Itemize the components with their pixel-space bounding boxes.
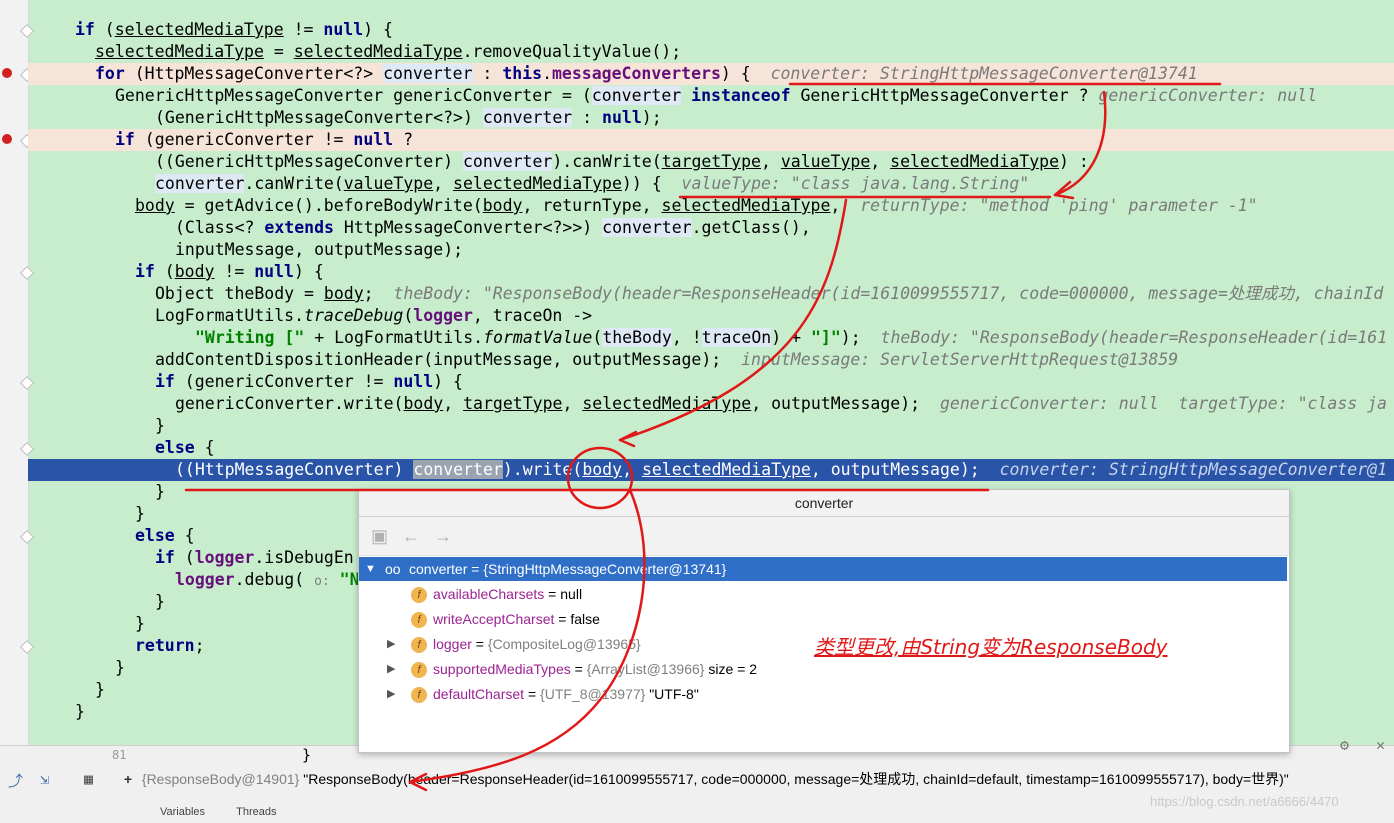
collapse-triangle-icon[interactable]: ▼	[365, 557, 377, 581]
code-line: (GenericHttpMessageConverter<?>) convert…	[155, 108, 662, 127]
variable-inspector-popup[interactable]: converter ▣ ← → ▼ oo converter = {String…	[358, 489, 1290, 753]
field-icon: f	[411, 587, 427, 604]
field-icon: f	[411, 612, 427, 629]
expand-plus-icon[interactable]: +	[118, 766, 138, 792]
breakpoint-line: if (genericConverter != null ?	[28, 129, 1394, 151]
inspect-icon[interactable]: ▣	[371, 526, 388, 547]
code-line: GenericHttpMessageConverter genericConve…	[115, 86, 1318, 105]
table-view-icon[interactable]: ▦	[84, 770, 93, 788]
line-number: 81	[112, 748, 127, 762]
code-brace: }	[302, 746, 312, 764]
editor-gutter[interactable]	[0, 0, 35, 822]
field-icon: f	[411, 687, 427, 704]
code-line: if (selectedMediaType != null) {	[75, 20, 393, 39]
tree-field-row[interactable]: ▶ f defaultCharset = {UTF_8@13977} "UTF-8…	[359, 682, 1287, 706]
step-into-icon[interactable]: ⇲	[40, 770, 49, 788]
code-line: (Class<? extends HttpMessageConverter<?>…	[175, 218, 811, 237]
field-icon: f	[411, 637, 427, 654]
evaluated-value-row[interactable]: + {ResponseBody@14901} "ResponseBody(hea…	[118, 766, 1366, 792]
tab-threads[interactable]: Threads	[236, 806, 276, 818]
code-line: if (genericConverter != null) {	[155, 372, 463, 391]
tree-field-row[interactable]: f availableCharsets = null	[359, 582, 1287, 606]
breakpoint-icon[interactable]	[2, 134, 12, 144]
current-execution-line: ((HttpMessageConverter) converter).write…	[28, 459, 1394, 481]
code-line: if (body != null) {	[135, 262, 324, 281]
breakpoint-icon[interactable]	[2, 68, 12, 78]
tree-field-row[interactable]: f writeAcceptCharset = false	[359, 607, 1287, 631]
breakpoint-line: for (HttpMessageConverter<?> converter :…	[28, 63, 1394, 85]
back-arrow-icon[interactable]: ←	[402, 526, 420, 547]
code-line: converter.canWrite(valueType, selectedMe…	[155, 174, 1030, 193]
debug-tabs: Variables Threads	[160, 806, 276, 818]
restore-layout-icon[interactable]: ⤴	[8, 770, 23, 791]
field-icon: f	[411, 662, 427, 679]
code-line: "Writing [" + LogFormatUtils.formatValue…	[195, 328, 1388, 347]
code-line: genericConverter.write(body, targetType,…	[175, 394, 1387, 413]
code-line: ((GenericHttpMessageConverter) converter…	[155, 152, 1089, 171]
code-line: }	[155, 416, 165, 435]
tree-field-row[interactable]: ▶ f supportedMediaTypes = {ArrayList@1396…	[359, 657, 1287, 681]
expand-triangle-icon[interactable]: ▶	[387, 657, 399, 681]
forward-arrow-icon[interactable]: →	[434, 526, 452, 547]
tab-variables[interactable]: Variables	[160, 806, 205, 818]
value-reference: {ResponseBody@14901}	[141, 771, 300, 787]
watch-glasses-icon: oo	[385, 561, 401, 577]
code-line: Object theBody = body; theBody: "Respons…	[155, 284, 1384, 303]
popup-title: converter	[359, 490, 1289, 517]
code-line: LogFormatUtils.traceDebug(logger, traceO…	[155, 306, 593, 325]
settings-gear-icon[interactable]: ⚙	[1340, 736, 1349, 754]
value-string: "ResponseBody(header=ResponseHeader(id=1…	[299, 771, 1289, 787]
code-line: inputMessage, outputMessage);	[175, 240, 464, 259]
popup-toolbar: ▣ ← →	[359, 517, 1289, 556]
handwritten-annotation: 类型更改,由String变为ResponseBody	[814, 635, 1168, 659]
root-name: converter	[409, 561, 468, 577]
expand-triangle-icon[interactable]: ▶	[387, 632, 399, 656]
tree-root-row[interactable]: ▼ oo converter = {StringHttpMessageConve…	[359, 557, 1287, 581]
expand-triangle-icon[interactable]: ▶	[387, 682, 399, 706]
code-line: body = getAdvice().beforeBodyWrite(body,…	[135, 196, 1258, 215]
watermark: https://blog.csdn.net/a6666/4470	[1150, 794, 1339, 809]
root-value: {StringHttpMessageConverter@13741}	[483, 561, 727, 577]
code-line: else {	[155, 438, 215, 457]
code-line: selectedMediaType = selectedMediaType.re…	[95, 42, 682, 61]
code-line: addContentDispositionHeader(inputMessage…	[155, 350, 1179, 369]
close-icon[interactable]: ✕	[1376, 736, 1385, 754]
